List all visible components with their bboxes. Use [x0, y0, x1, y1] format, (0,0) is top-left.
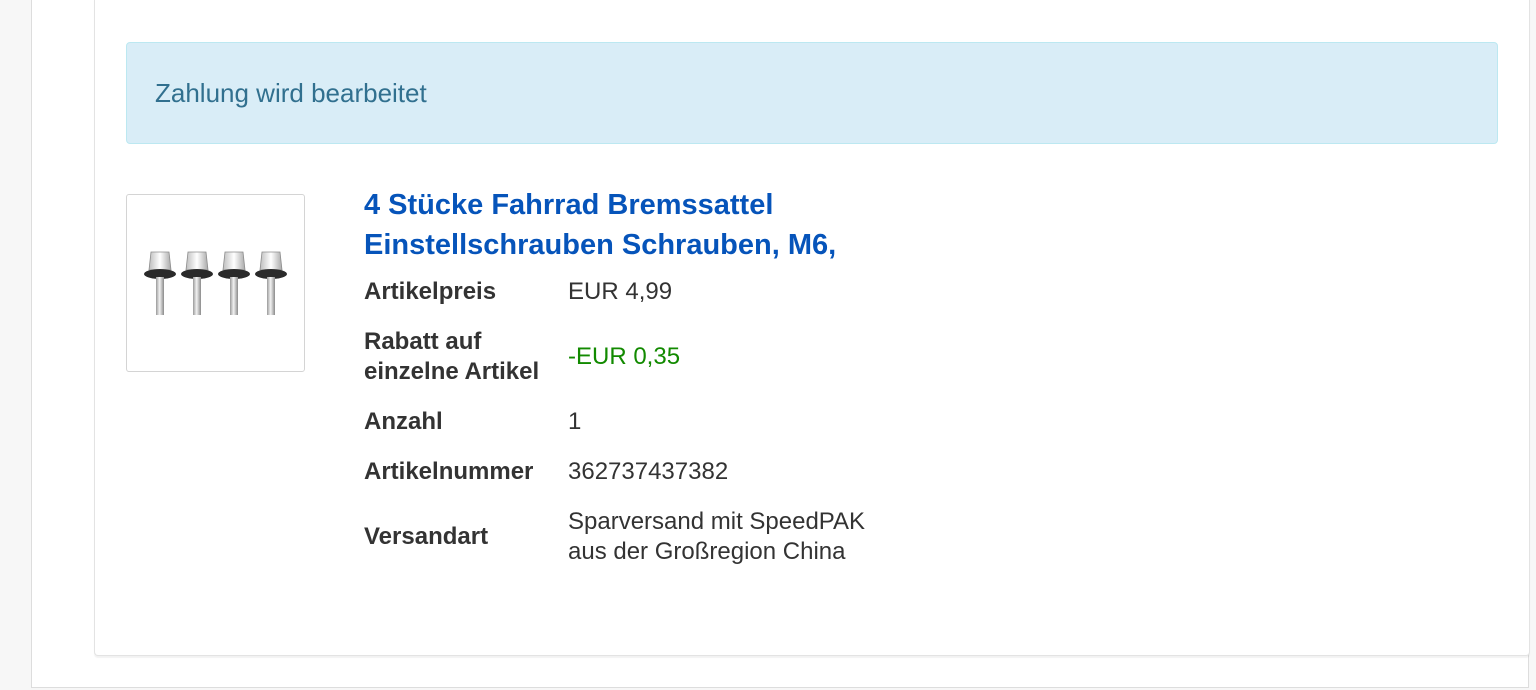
payment-status-banner: Zahlung wird bearbeitet [126, 42, 1498, 144]
orders-panel: Zahlung wird bearbeitet 4 Stücke Fahrrad… [31, 0, 1530, 688]
detail-row-quantity: Anzahl 1 [364, 407, 964, 437]
price-label: Artikelpreis [364, 278, 497, 305]
payment-status-text: Zahlung wird bearbeitet [155, 77, 427, 108]
screw-3 [217, 251, 250, 315]
shipping-label: Versandart [364, 523, 489, 550]
item-title-link[interactable]: 4 Stücke Fahrrad Bremssattel Einstellsch… [364, 185, 924, 265]
item-thumbnail[interactable] [126, 194, 305, 372]
quantity-label: Anzahl [364, 408, 443, 435]
item-number-value: 362737437382 [568, 458, 729, 485]
discount-value: -EUR 0,35 [568, 343, 681, 370]
shipping-value: Sparversand mit SpeedPAK aus der Großreg… [568, 508, 866, 565]
screws-product-image [143, 251, 287, 315]
price-value: EUR 4,99 [568, 278, 673, 305]
order-card: Zahlung wird bearbeitet 4 Stücke Fahrrad… [94, 0, 1530, 656]
discount-label: Rabatt auf einzelne Artikel [364, 328, 540, 385]
screw-4 [254, 251, 287, 315]
screw-2 [180, 251, 213, 315]
detail-row-shipping: Versandart Sparversand mit SpeedPAK aus … [364, 507, 964, 567]
screw-1 [143, 251, 176, 315]
item-details: Artikelpreis EUR 4,99 Rabatt auf einzeln… [364, 277, 964, 587]
detail-row-price: Artikelpreis EUR 4,99 [364, 277, 964, 307]
detail-row-item-number: Artikelnummer 362737437382 [364, 457, 964, 487]
quantity-value: 1 [568, 408, 582, 435]
item-number-label: Artikelnummer [364, 458, 534, 485]
detail-row-discount: Rabatt auf einzelne Artikel -EUR 0,35 [364, 327, 964, 387]
